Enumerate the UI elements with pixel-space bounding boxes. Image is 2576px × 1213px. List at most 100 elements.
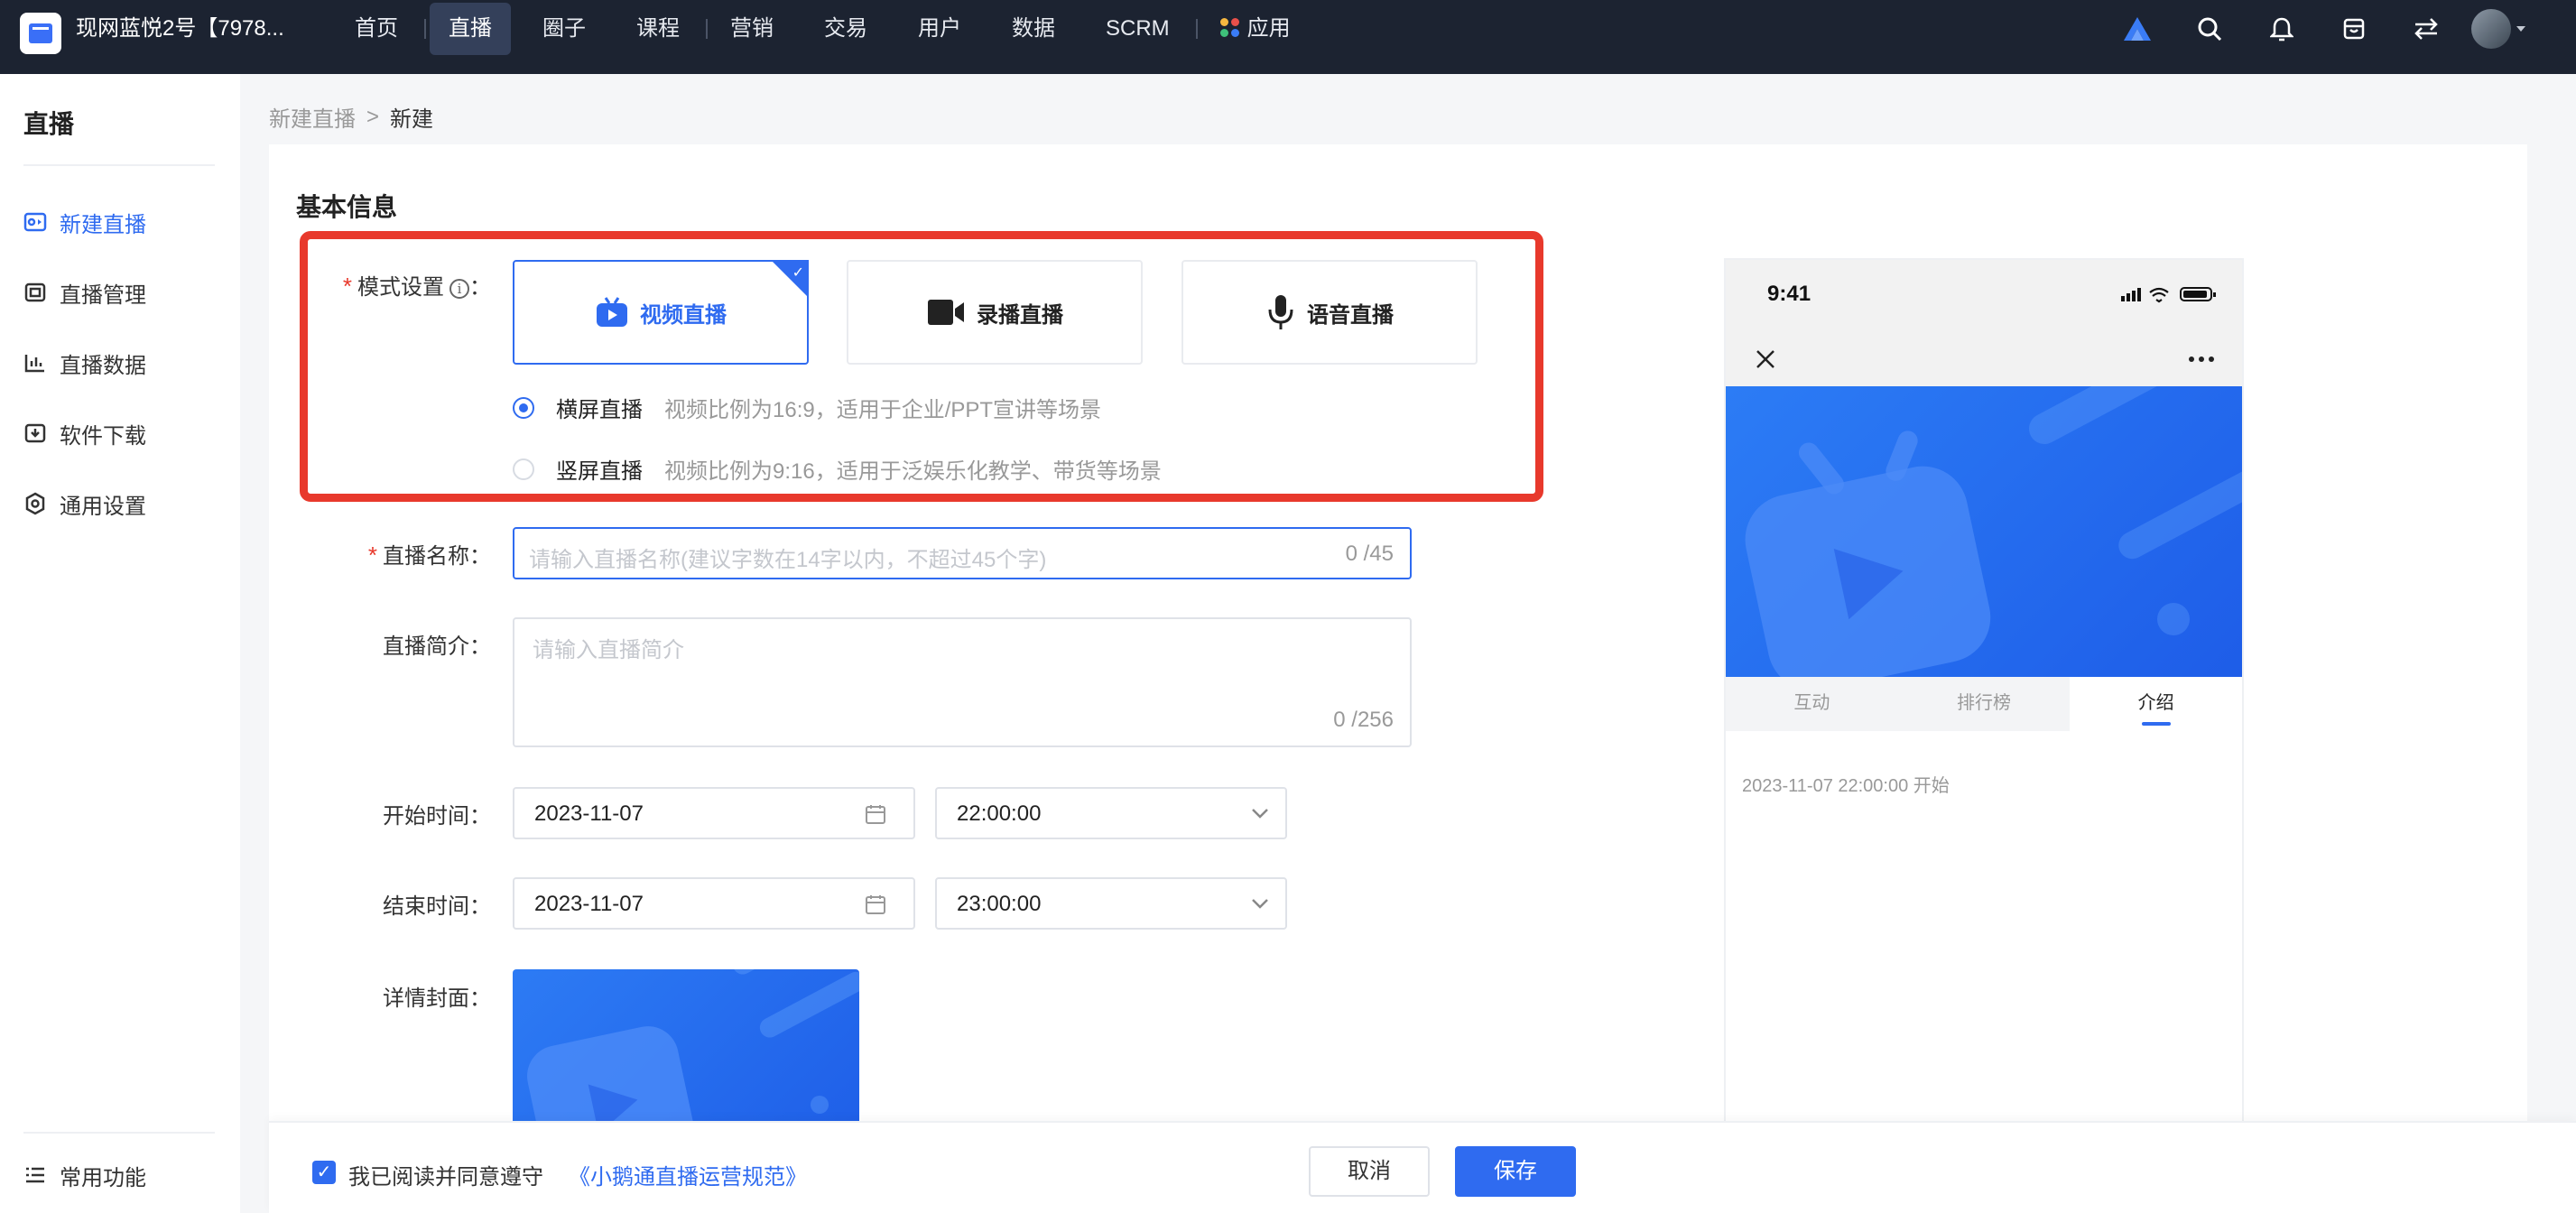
nav-live[interactable]: 直播	[430, 3, 511, 55]
top-navigation-bar: 现网蓝悦2号【7978... 首页 直播 圈子 课程 营销 交易 用户 数据 S…	[0, 0, 2576, 74]
shop-logo[interactable]	[20, 13, 61, 54]
nav-divider	[706, 19, 708, 39]
close-icon[interactable]	[1755, 348, 1776, 370]
list-icon	[26, 1167, 44, 1183]
sidebar-item-label: 直播数据	[60, 353, 146, 378]
sidebar-item-download[interactable]: 软件下载	[23, 415, 146, 451]
main-nav: 首页 直播 圈子 课程 营销 交易 用户 数据 SCRM 应用	[336, 0, 1322, 58]
sidebar-item-new-live[interactable]: 新建直播	[23, 204, 146, 240]
section-title: 基本信息	[296, 193, 398, 221]
landscape-radio[interactable]	[513, 396, 534, 419]
nav-circle[interactable]: 圈子	[524, 3, 605, 55]
info-icon[interactable]: i	[449, 279, 469, 299]
end-date-picker[interactable]: 2023-11-07	[513, 877, 915, 930]
phone-tabs: 互动 排行榜 介绍	[1726, 677, 2242, 731]
download-icon	[24, 423, 46, 443]
portrait-radio[interactable]	[513, 458, 534, 480]
sidebar-item-live-data[interactable]: 直播数据	[23, 345, 146, 381]
switch-icon[interactable]	[2390, 0, 2462, 58]
chart-icon	[24, 355, 44, 373]
mode-audio-card[interactable]: 语音直播	[1181, 260, 1478, 365]
agree-text: 我已阅读并同意遵守	[348, 1165, 543, 1190]
agree-link[interactable]: 《小鹅通直播运营规范》	[569, 1159, 807, 1190]
cover-label: 详情封面：	[383, 986, 491, 1011]
sidebar-item-label: 通用设置	[60, 494, 146, 519]
agree-checkbox[interactable]: ✓	[312, 1161, 336, 1184]
live-name-input[interactable]: 请输入直播名称(建议字数在14字以内，不超过45个字) 0 /45	[513, 527, 1412, 579]
end-time-label: 结束时间：	[383, 894, 491, 919]
store-icon[interactable]	[2318, 0, 2390, 58]
nav-divider	[424, 19, 426, 39]
search-icon[interactable]	[2173, 0, 2246, 58]
mode-audio-label: 语音直播	[1307, 302, 1394, 328]
sidebar-divider	[23, 164, 215, 166]
breadcrumb-parent[interactable]: 新建直播	[269, 101, 356, 133]
more-icon[interactable]	[2188, 356, 2215, 363]
live-video-icon	[23, 212, 47, 232]
nav-data[interactable]: 数据	[993, 3, 1074, 55]
breadcrumb-current: 新建	[390, 107, 434, 132]
mode-video-card[interactable]: 视频直播 ✓	[513, 260, 809, 365]
bell-icon[interactable]	[2246, 0, 2318, 58]
top-right-icons	[2101, 0, 2525, 58]
avatar[interactable]	[2471, 9, 2511, 49]
phone-video-area	[1726, 386, 2242, 677]
nav-trade[interactable]: 交易	[805, 3, 886, 55]
calendar-icon	[866, 895, 885, 914]
calendar-icon	[866, 805, 885, 824]
end-time-value: 23:00:00	[957, 892, 1042, 916]
chevron-down-icon	[1252, 809, 1268, 819]
phone-nav-bar	[1726, 330, 2242, 388]
phone-tab-interact[interactable]: 互动	[1726, 677, 1898, 731]
nav-apps[interactable]: 应用	[1201, 3, 1310, 55]
nav-course[interactable]: 课程	[617, 3, 699, 55]
cancel-button[interactable]: 取消	[1309, 1146, 1430, 1197]
sidebar-item-live-manage[interactable]: 直播管理	[23, 274, 146, 310]
live-name-placeholder: 请输入直播名称(建议字数在14字以内，不超过45个字)	[529, 548, 1047, 572]
required-mark: *	[367, 542, 377, 569]
brand-a-icon[interactable]	[2101, 0, 2173, 58]
mode-recorded-label: 录播直播	[977, 302, 1063, 328]
live-intro-textarea[interactable]: 请输入直播简介 0 /256	[513, 617, 1412, 747]
sidebar-divider	[23, 1132, 215, 1134]
save-button[interactable]: 保存	[1455, 1146, 1576, 1197]
orientation-landscape[interactable]: 横屏直播 视频比例为16:9，适用于企业/PPT宣讲等场景	[513, 392, 1101, 423]
sidebar-title: 直播	[23, 110, 75, 138]
required-mark: *	[342, 273, 352, 300]
sidebar-item-common[interactable]: 常用功能	[23, 1157, 146, 1193]
phone-tab-ranking[interactable]: 排行榜	[1897, 677, 2071, 731]
shop-name[interactable]: 现网蓝悦2号【7978...	[76, 0, 284, 58]
mobile-preview: 9:41 互动 排行榜 介绍 2023-11-07 22:00:00 开始	[1724, 258, 2244, 1137]
name-label: * 直播名称：	[367, 542, 491, 569]
start-time-value: 22:00:00	[957, 801, 1042, 826]
camera-icon	[928, 300, 964, 325]
check-icon: ✓	[792, 265, 804, 281]
nav-divider	[1195, 19, 1198, 39]
orientation-portrait[interactable]: 竖屏直播 视频比例为9:16，适用于泛娱乐化教学、带货等场景	[513, 453, 1162, 485]
cover-image[interactable]	[513, 969, 859, 1137]
start-date-picker[interactable]: 2023-11-07	[513, 787, 915, 839]
start-time-select[interactable]: 22:00:00	[935, 787, 1287, 839]
nav-users[interactable]: 用户	[899, 3, 980, 55]
landscape-desc: 视频比例为16:9，适用于企业/PPT宣讲等场景	[664, 398, 1102, 422]
chevron-down-icon[interactable]	[2516, 26, 2525, 32]
breadcrumb: 新建直播 > 新建	[269, 101, 433, 133]
nav-home[interactable]: 首页	[336, 3, 417, 55]
mode-video-label: 视频直播	[640, 302, 727, 328]
phone-status-bar: 9:41	[1726, 260, 2242, 330]
nav-marketing[interactable]: 营销	[711, 3, 792, 55]
sidebar-item-label: 软件下载	[60, 423, 146, 449]
phone-tab-intro[interactable]: 介绍	[2070, 677, 2242, 731]
manage-icon	[24, 282, 46, 302]
chevron-down-icon	[1252, 899, 1268, 909]
live-name-counter: 0 /45	[1345, 542, 1394, 566]
bottom-action-bar: ✓ 我已阅读并同意遵守 《小鹅通直播运营规范》 取消 保存	[269, 1121, 2576, 1213]
sidebar-item-settings[interactable]: 通用设置	[23, 486, 146, 522]
phone-status-icons	[2121, 287, 2216, 303]
mode-recorded-card[interactable]: 录播直播	[847, 260, 1143, 365]
sidebar-item-label: 直播管理	[60, 282, 146, 308]
end-time-select[interactable]: 23:00:00	[935, 877, 1287, 930]
portrait-desc: 视频比例为9:16，适用于泛娱乐化教学、带货等场景	[664, 459, 1162, 484]
start-date-value: 2023-11-07	[534, 801, 644, 826]
nav-scrm[interactable]: SCRM	[1087, 3, 1189, 55]
